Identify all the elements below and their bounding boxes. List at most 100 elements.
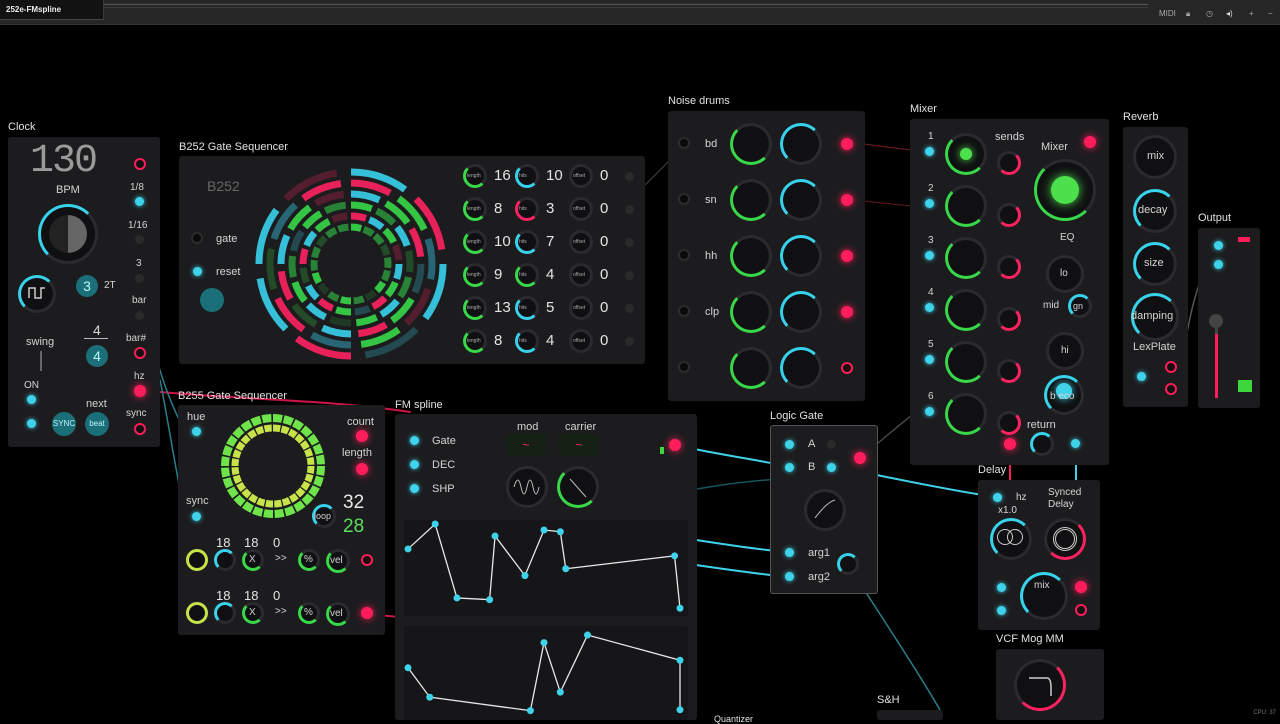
mixer-level-knob-3[interactable] [945, 237, 987, 279]
noise-tone-knob-5[interactable] [730, 347, 772, 389]
gate-in[interactable] [191, 232, 203, 244]
mixer-level-knob-4[interactable] [945, 289, 987, 331]
b252-length-knob-3[interactable]: length [463, 230, 487, 254]
delay-out-l[interactable] [1075, 581, 1087, 593]
mixer-out[interactable] [1084, 136, 1096, 148]
b255-out-2[interactable] [361, 607, 373, 619]
loop-knob[interactable]: loop [312, 504, 336, 528]
reverb-decay-knob[interactable]: decay [1133, 189, 1177, 233]
div-3-out[interactable] [135, 274, 144, 283]
spline-point[interactable] [676, 604, 684, 612]
b252-offset-knob-1[interactable]: offset [569, 164, 593, 188]
logic-b-in[interactable] [785, 463, 794, 472]
on-toggle[interactable] [27, 395, 36, 404]
wave-knob[interactable] [18, 275, 56, 313]
sig-bottom[interactable]: 4 [86, 345, 108, 367]
spline-point[interactable] [431, 520, 439, 528]
div-1-16-out[interactable] [135, 235, 144, 244]
b252-hits-knob-4[interactable]: hits [515, 263, 539, 287]
noise-trig-in-2[interactable] [678, 193, 690, 205]
beat-button[interactable]: beat [85, 412, 109, 436]
reset-in[interactable] [193, 267, 202, 276]
b252-hits-knob-1[interactable]: hits [515, 164, 539, 188]
master-knob[interactable] [1034, 159, 1096, 221]
delay-in-r[interactable] [997, 606, 1006, 615]
gn-knob[interactable]: gn [1068, 294, 1092, 318]
noise-tone-knob-3[interactable] [730, 235, 772, 277]
output-in-l[interactable] [1214, 241, 1223, 250]
noise-decay-knob-1[interactable] [780, 123, 822, 165]
sync-button[interactable]: SYNC [52, 412, 76, 436]
mixer-in-4[interactable] [925, 303, 934, 312]
b252-hits-knob-2[interactable]: hits [515, 197, 539, 221]
b255-range-knob-1[interactable] [214, 549, 236, 571]
arg2-in[interactable] [785, 572, 794, 581]
b252-hits-knob-6[interactable]: hits [515, 329, 539, 353]
noise-out-1[interactable] [841, 138, 853, 150]
hue-in[interactable] [192, 427, 201, 436]
mixer-in-5[interactable] [925, 355, 934, 364]
noise-out-5[interactable] [841, 362, 853, 374]
b255-out-1[interactable] [361, 554, 373, 566]
spline-point[interactable] [676, 656, 684, 664]
noise-decay-knob-2[interactable] [780, 179, 822, 221]
b255-pct-knob-2[interactable]: % [298, 602, 320, 624]
b255-pct-knob-1[interactable]: % [298, 549, 320, 571]
delay-hz-in[interactable] [993, 493, 1002, 502]
return-r-in[interactable] [1071, 439, 1080, 448]
mixer-level-knob-6[interactable] [945, 393, 987, 435]
spline-point[interactable] [521, 572, 529, 580]
output-in-r[interactable] [1214, 260, 1223, 269]
vcf-cutoff-knob[interactable] [1014, 659, 1066, 711]
noise-tone-knob-2[interactable] [730, 179, 772, 221]
reverb-out-l[interactable] [1165, 361, 1177, 373]
b252-run-button[interactable] [200, 288, 224, 312]
sig-top[interactable]: 4 [93, 322, 101, 338]
swing-slider[interactable] [40, 351, 42, 371]
spline-point[interactable] [562, 565, 570, 573]
noise-decay-knob-4[interactable] [780, 291, 822, 333]
logic-threshold-knob[interactable] [837, 553, 859, 575]
mixer-send-knob-1[interactable] [997, 151, 1021, 175]
mixer-level-knob-1[interactable] [945, 133, 987, 175]
spline-point[interactable] [671, 552, 679, 560]
spline-point[interactable] [556, 688, 564, 696]
noise-trig-in-5[interactable] [678, 361, 690, 373]
reverb-mix-knob[interactable]: mix [1133, 135, 1177, 179]
b252-offset-knob-3[interactable]: offset [569, 230, 593, 254]
spline-point[interactable] [584, 631, 592, 639]
b255-arrows-2[interactable]: >> [275, 606, 287, 617]
b252-hits-knob-3[interactable]: hits [515, 230, 539, 254]
length-out[interactable] [356, 463, 368, 475]
arg1-in[interactable] [785, 548, 794, 557]
b255-gate-knob-1[interactable] [186, 549, 208, 571]
b255-vel-knob-1[interactable]: vel [326, 549, 350, 573]
bpm-knob[interactable] [38, 204, 98, 264]
b255-gate-knob-2[interactable] [186, 602, 208, 624]
b252-row-out-6[interactable] [625, 337, 634, 346]
spline-point[interactable] [540, 639, 548, 647]
reverb-out-r[interactable] [1165, 383, 1177, 395]
mixer-in-3[interactable] [925, 251, 934, 260]
b252-offset-knob-5[interactable]: offset [569, 296, 593, 320]
b252-length-knob-5[interactable]: length [463, 296, 487, 320]
spline-point[interactable] [404, 545, 412, 553]
b252-offset-knob-4[interactable]: offset [569, 263, 593, 287]
noise-decay-knob-5[interactable] [780, 347, 822, 389]
count-out[interactable] [356, 430, 368, 442]
clock-out-jack[interactable] [27, 419, 36, 428]
synced-delay-knob[interactable] [1044, 518, 1086, 560]
b255-x-knob-1[interactable]: X [242, 549, 264, 571]
mixer-level-knob-2[interactable] [945, 185, 987, 227]
b255-vel-knob-2[interactable]: vel [326, 602, 350, 626]
b252-length-knob-1[interactable]: length [463, 164, 487, 188]
bar-out[interactable] [135, 311, 144, 320]
sync-in[interactable] [192, 512, 201, 521]
noise-out-3[interactable] [841, 250, 853, 262]
clock-out-1[interactable] [134, 158, 146, 170]
delay-mix-knob[interactable]: mix [1020, 572, 1068, 620]
mixer-send-knob-3[interactable] [997, 255, 1021, 279]
delay-time-knob[interactable] [990, 518, 1032, 560]
triplet-count[interactable]: 3 [76, 275, 98, 297]
volume-fader[interactable] [1215, 318, 1218, 398]
